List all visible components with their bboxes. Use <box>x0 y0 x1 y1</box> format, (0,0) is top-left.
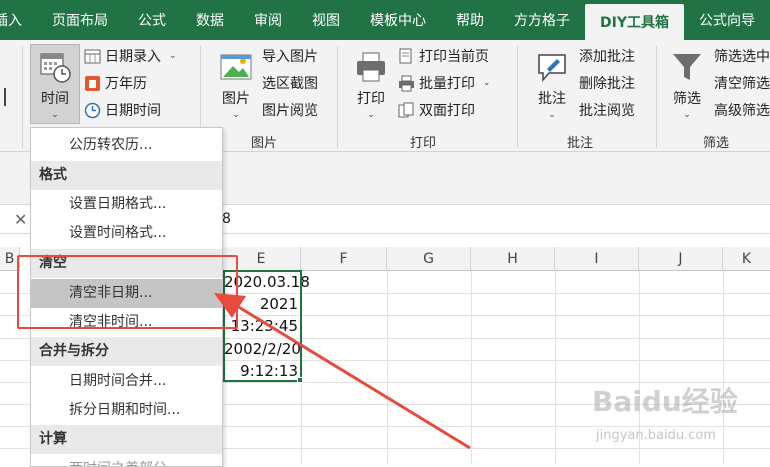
baidu-watermark-url: jingyan.baidu.com <box>596 428 716 443</box>
baidu-watermark-logo: Baidu经验 <box>592 385 738 418</box>
